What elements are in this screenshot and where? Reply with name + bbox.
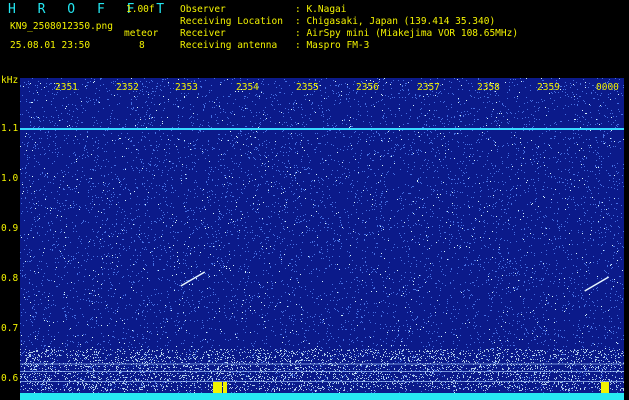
- location-label: Receiving Location: [180, 16, 283, 27]
- x-tick-label: 2353: [175, 82, 198, 93]
- x-tick-label: 2355: [296, 82, 319, 93]
- observer-label: Observer: [180, 4, 226, 15]
- x-tick-label: 2354: [236, 82, 259, 93]
- y-tick-label: 0.7: [1, 323, 19, 334]
- y-tick-label: 0.8: [1, 273, 19, 284]
- receiver-label: Receiver: [180, 28, 226, 39]
- datetime-label: 25.08.01 23:50: [10, 40, 91, 51]
- count-label: 8: [139, 40, 145, 51]
- x-tick-label: 2359: [537, 82, 560, 93]
- filename-label: KN9_2508012350.png: [10, 21, 113, 32]
- receiver-value: : AirSpy mini (Miakejima VOR 108.65MHz): [295, 28, 519, 39]
- location-value: : Chigasaki, Japan (139.414 35.340): [295, 16, 496, 27]
- spectrogram-plot: [20, 78, 624, 398]
- observer-value: : K.Nagai: [295, 4, 347, 15]
- spectrogram-canvas: [20, 78, 624, 398]
- y-tick-label: 1.1: [1, 123, 19, 134]
- x-tick-label: 0000: [596, 82, 619, 93]
- y-tick-label: 0.6: [1, 373, 19, 384]
- antenna-value: : Maspro FM-3: [295, 40, 370, 51]
- antenna-label: Receiving antenna: [180, 40, 278, 51]
- version-label: 1.00f: [126, 4, 155, 15]
- x-tick-label: 2357: [417, 82, 440, 93]
- y-axis-label: kHz: [1, 75, 19, 86]
- mode-label: meteor: [124, 28, 159, 39]
- x-tick-label: 2358: [477, 82, 500, 93]
- y-tick-label: 1.0: [1, 173, 19, 184]
- x-tick-label: 2356: [356, 82, 379, 93]
- y-tick-label: 0.9: [1, 223, 19, 234]
- x-tick-label: 2351: [55, 82, 78, 93]
- signal-level-bar: [20, 393, 624, 400]
- x-tick-label: 2352: [116, 82, 139, 93]
